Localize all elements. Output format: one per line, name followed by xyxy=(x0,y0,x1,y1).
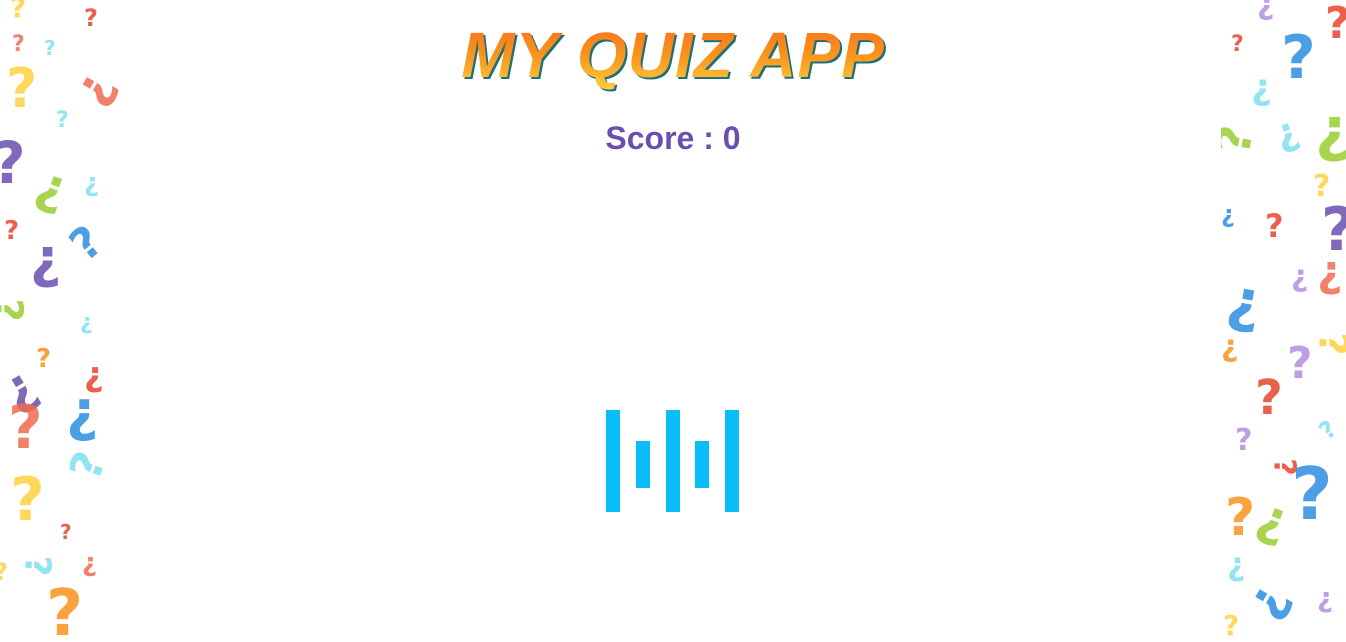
quiz-page: ? ? ? ? ? ? ? ? ¿ ? ? ? ¿ ? ¿ ? ¿ ? ? ¿ … xyxy=(0,0,1346,642)
loader-bar xyxy=(725,410,739,512)
question-mark-icon: ? xyxy=(1255,370,1283,426)
question-mark-icon: ? xyxy=(4,216,20,246)
loader-bar xyxy=(666,410,680,512)
question-mark-icon: ¿ xyxy=(82,548,98,578)
question-mark-icon: ? xyxy=(1223,609,1240,642)
question-mark-icon: ? xyxy=(1310,332,1346,355)
question-mark-icon: ? xyxy=(0,298,31,321)
question-mark-icon: ? xyxy=(59,445,117,487)
question-mark-icon: ¿ xyxy=(1221,329,1239,364)
question-mark-icon: ? xyxy=(60,520,72,544)
question-mark-icon: ¿ xyxy=(1257,0,1275,22)
question-mark-icon: ? xyxy=(60,215,113,272)
loading-bars-icon xyxy=(606,410,740,512)
score-label: Score : 0 xyxy=(605,120,741,156)
question-mark-icon: ? xyxy=(1235,423,1253,458)
question-mark-icon: ¿ xyxy=(1317,246,1343,297)
question-mark-icon: ? xyxy=(1247,492,1296,558)
question-mark-icon: ¿ xyxy=(1227,545,1246,583)
question-mark-border-right: ¿ ? ? ? ¿ ¿ ? ? ? ¿ ? ? ¿ ? ¿ ¿ ? ? ? ? … xyxy=(1221,0,1346,642)
app-title: MY QUIZ APP xyxy=(0,18,1346,92)
question-mark-border-left: ? ? ? ? ? ? ? ? ¿ ? ? ? ¿ ? ¿ ? ¿ ? ? ¿ … xyxy=(0,0,140,642)
question-mark-icon: ¿ xyxy=(1317,581,1334,614)
question-mark-icon: ? xyxy=(10,465,45,535)
loader-bar xyxy=(636,441,650,488)
question-mark-icon: ? xyxy=(0,560,8,584)
question-mark-icon: ¿ xyxy=(80,310,93,335)
question-mark-icon: ? xyxy=(16,555,58,577)
loader-bar xyxy=(606,410,620,512)
question-mark-icon: ? xyxy=(1239,575,1304,631)
question-mark-icon: ? xyxy=(36,344,52,374)
question-mark-icon: ¿ xyxy=(84,168,100,198)
question-mark-icon: ? xyxy=(1265,207,1284,245)
question-mark-icon: ? xyxy=(46,577,84,642)
question-mark-icon: ¿ xyxy=(1221,200,1235,228)
question-mark-icon: ? xyxy=(8,393,43,463)
question-mark-icon: ? xyxy=(26,160,75,226)
question-mark-icon: ¿ xyxy=(1291,259,1309,294)
loader-bar xyxy=(695,441,709,488)
question-mark-icon: ? xyxy=(1313,414,1343,446)
question-mark-icon: ¿ xyxy=(66,379,99,444)
question-mark-icon: ? xyxy=(1291,452,1333,536)
question-mark-icon: ¿ xyxy=(30,227,62,290)
